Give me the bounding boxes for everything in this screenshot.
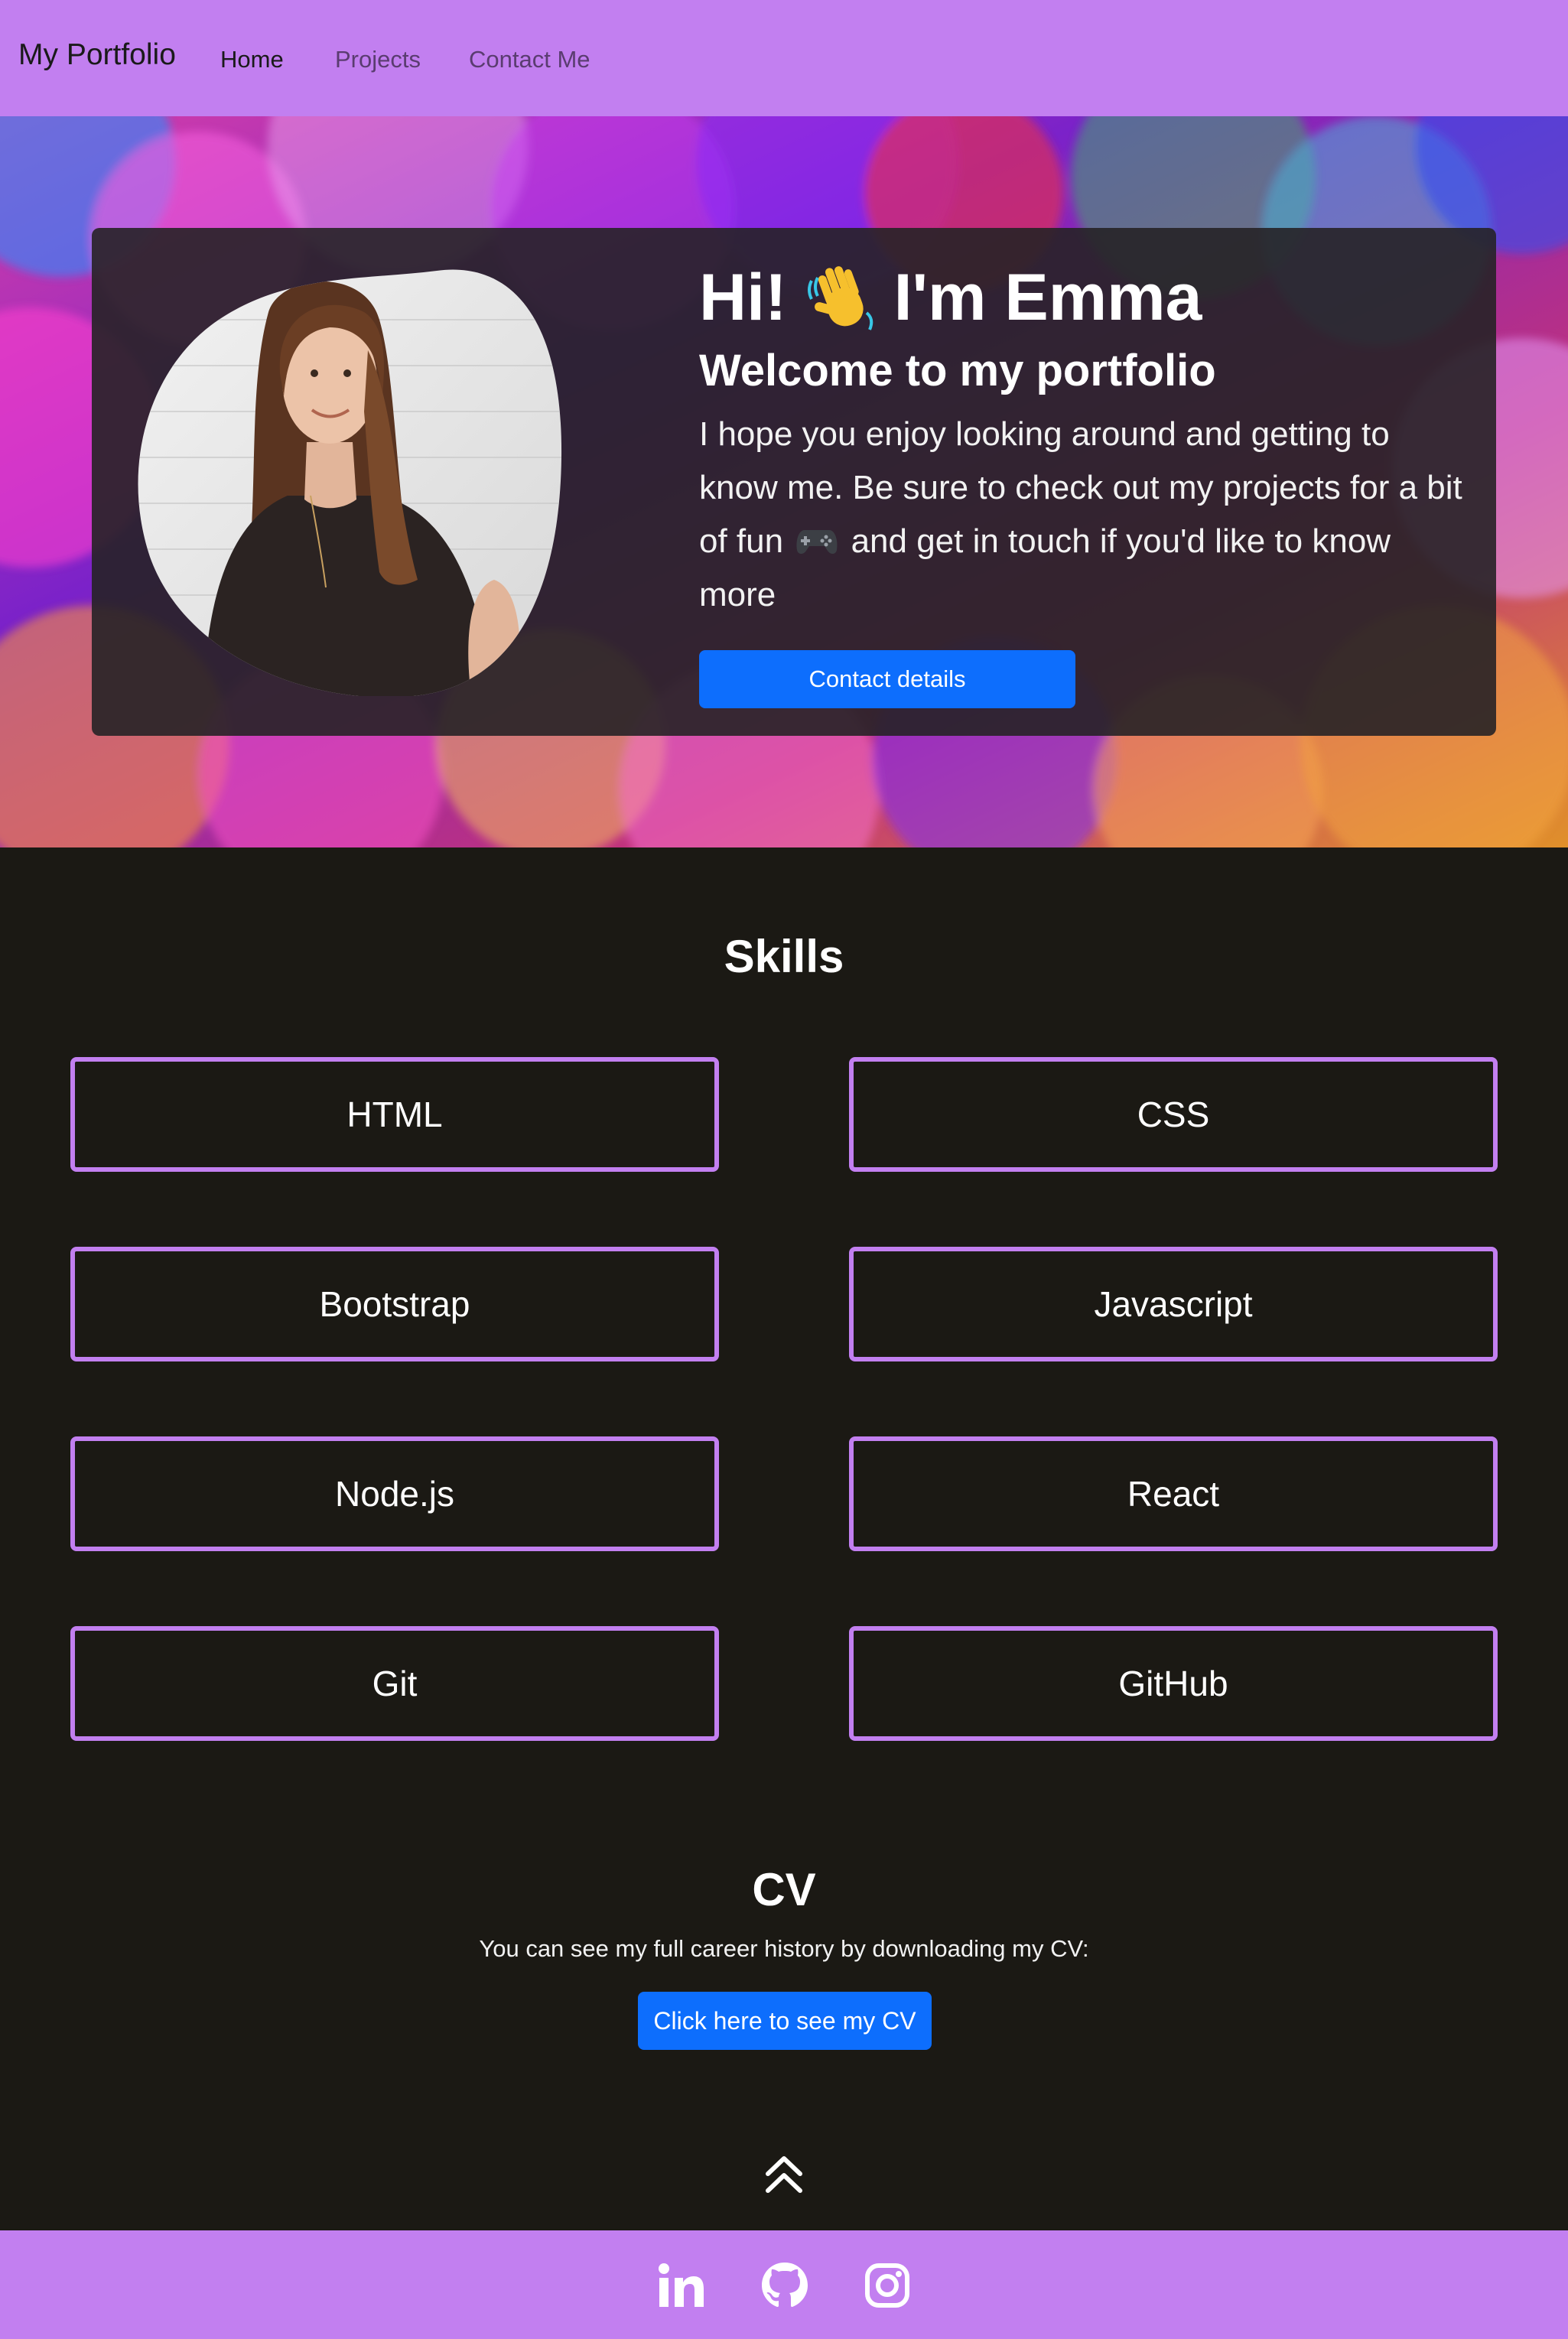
hero-paragraph: I hope you enjoy looking around and gett…	[699, 408, 1464, 622]
hero-section: Hi! I'm Emma Welcome to my portfolio I h…	[0, 116, 1568, 847]
skill-card: CSS	[849, 1057, 1498, 1172]
brand-link[interactable]: My Portfolio	[18, 38, 176, 72]
skill-card: GitHub	[849, 1626, 1498, 1741]
nav-contact-link[interactable]: Contact Me	[469, 46, 590, 73]
skill-card: HTML	[70, 1057, 719, 1172]
download-cv-button[interactable]: Click here to see my CV	[638, 1992, 932, 2050]
footer	[0, 2230, 1568, 2339]
skill-card: Bootstrap	[70, 1247, 719, 1361]
skill-card: Git	[70, 1626, 719, 1741]
skills-title: Skills	[724, 931, 844, 982]
skill-card: Node.js	[70, 1436, 719, 1551]
cv-description: You can see my full career history by do…	[479, 1935, 1089, 1962]
hero-title-prefix: Hi!	[699, 261, 787, 334]
waving-hand-icon	[807, 266, 873, 331]
linkedin-icon[interactable]	[656, 2261, 705, 2310]
hero-title: Hi! I'm Emma	[699, 259, 1464, 340]
skill-card: Javascript	[849, 1247, 1498, 1361]
profile-photo	[138, 269, 562, 696]
hero-title-suffix: I'm Emma	[893, 261, 1202, 334]
skill-card: React	[849, 1436, 1498, 1551]
contact-details-button[interactable]: Contact details	[699, 650, 1075, 708]
github-icon[interactable]	[760, 2261, 809, 2310]
hero-text: Hi! I'm Emma Welcome to my portfolio I h…	[699, 259, 1464, 622]
cv-title: CV	[752, 1864, 816, 1915]
instagram-icon[interactable]	[863, 2261, 912, 2310]
nav-home-link[interactable]: Home	[220, 46, 284, 73]
navbar: My Portfolio Home Projects Contact Me	[0, 0, 1568, 116]
nav-projects-link[interactable]: Projects	[335, 46, 421, 73]
hero-card: Hi! I'm Emma Welcome to my portfolio I h…	[92, 228, 1496, 736]
gamepad-icon	[796, 529, 838, 554]
hero-subtitle: Welcome to my portfolio	[699, 346, 1216, 396]
double-chevron-up-icon[interactable]	[762, 2152, 806, 2197]
